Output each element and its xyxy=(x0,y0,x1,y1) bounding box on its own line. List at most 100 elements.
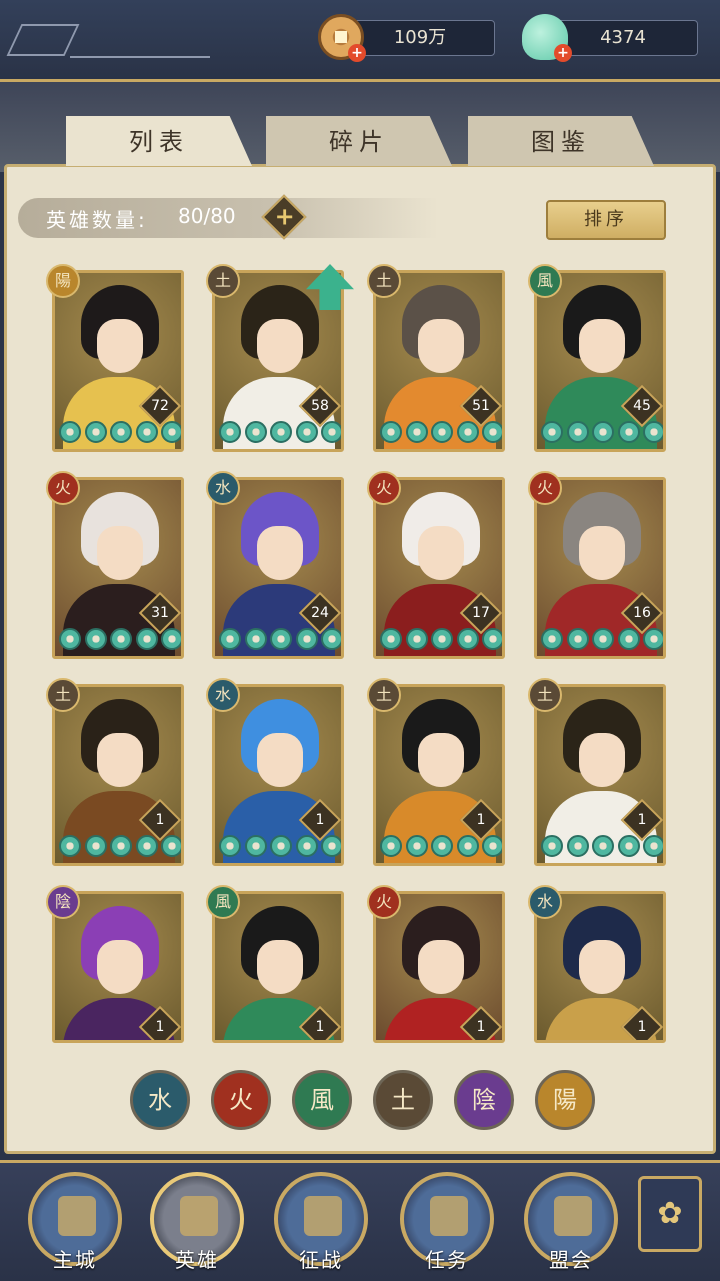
hero-face xyxy=(418,526,464,580)
star-icon xyxy=(135,835,158,857)
star-icon xyxy=(110,421,132,443)
hero-face xyxy=(257,940,303,994)
nav-label: 盟会 xyxy=(549,1248,593,1272)
star-icon xyxy=(617,628,640,650)
star-icon xyxy=(617,421,640,443)
hero-face xyxy=(418,940,464,994)
hero-card[interactable]: 1 xyxy=(52,684,184,866)
element-filter-button[interactable]: 陽 xyxy=(535,1070,595,1130)
element-filter-button[interactable]: 水 xyxy=(130,1070,190,1130)
star-icon xyxy=(566,835,589,857)
hero-star-row xyxy=(541,421,663,447)
star-icon xyxy=(84,421,107,443)
add-coins-button[interactable]: + xyxy=(348,44,366,62)
star-icon xyxy=(431,421,453,443)
star-icon xyxy=(456,421,479,443)
star-icon xyxy=(219,628,241,650)
tab-fragments[interactable]: 碎片 xyxy=(266,116,452,166)
element-badge-icon: 風 xyxy=(206,885,240,919)
tab-list[interactable]: 列表 xyxy=(66,116,252,166)
hero-level: 31 xyxy=(151,605,169,621)
sort-button[interactable]: 排序 xyxy=(546,200,666,240)
star-icon xyxy=(135,628,158,650)
star-icon xyxy=(321,835,341,857)
element-badge-icon: 水 xyxy=(528,885,562,919)
coin-balance[interactable]: 109万 xyxy=(345,20,495,56)
hero-card[interactable]: 45 xyxy=(534,270,666,452)
hero-face xyxy=(97,319,143,373)
hero-card[interactable]: 1 xyxy=(373,684,505,866)
star-icon xyxy=(84,628,107,650)
hero-card[interactable]: 16 xyxy=(534,477,666,659)
star-icon xyxy=(592,835,614,857)
element-badge-icon: 火 xyxy=(367,471,401,505)
star-icon xyxy=(566,421,589,443)
star-icon xyxy=(405,835,428,857)
star-icon xyxy=(161,835,181,857)
city-gate-icon xyxy=(58,1196,96,1236)
star-icon xyxy=(592,421,614,443)
hero-face xyxy=(257,733,303,787)
element-filter-button[interactable]: 火 xyxy=(211,1070,271,1130)
hero-star-row xyxy=(219,421,341,447)
star-icon xyxy=(270,628,292,650)
nav-label: 主城 xyxy=(53,1248,97,1272)
hero-portrait-icon xyxy=(180,1196,218,1236)
hero-level: 1 xyxy=(476,812,486,828)
campaign-drum-icon xyxy=(304,1196,342,1236)
hero-star-row xyxy=(541,835,663,861)
star-icon xyxy=(110,835,132,857)
hero-star-row xyxy=(59,421,181,447)
hero-card[interactable]: 51 xyxy=(373,270,505,452)
hero-star-row xyxy=(380,628,502,654)
star-icon xyxy=(380,421,402,443)
hero-star-row xyxy=(59,628,181,654)
element-filter-button[interactable]: 陰 xyxy=(454,1070,514,1130)
hero-face xyxy=(97,733,143,787)
hero-level: 51 xyxy=(472,398,490,414)
star-icon xyxy=(456,835,479,857)
hero-level: 45 xyxy=(633,398,651,414)
hero-star-row xyxy=(541,628,663,654)
flower-menu-icon[interactable]: ✿ xyxy=(638,1176,702,1252)
star-icon xyxy=(219,421,241,443)
element-badge-icon: 火 xyxy=(46,471,80,505)
element-badge-icon: 陰 xyxy=(46,885,80,919)
star-icon xyxy=(541,628,563,650)
star-icon xyxy=(405,421,428,443)
task-scroll-icon xyxy=(430,1196,468,1236)
hero-level: 1 xyxy=(476,1019,486,1035)
shell-balance-value: 4374 xyxy=(600,27,646,48)
star-icon xyxy=(110,628,132,650)
star-icon xyxy=(380,628,402,650)
hero-card[interactable]: 31 xyxy=(52,477,184,659)
hero-card[interactable]: 72 xyxy=(52,270,184,452)
star-icon xyxy=(219,835,241,857)
element-badge-icon: 陽 xyxy=(46,264,80,298)
hero-level: 24 xyxy=(311,605,329,621)
hero-face xyxy=(418,733,464,787)
hero-face xyxy=(579,319,625,373)
hero-card[interactable]: 1 xyxy=(534,684,666,866)
add-shells-button[interactable]: + xyxy=(554,44,572,62)
star-icon xyxy=(321,628,341,650)
hero-card[interactable]: 1 xyxy=(212,684,344,866)
nav-label: 英雄 xyxy=(175,1248,219,1272)
star-icon xyxy=(482,628,502,650)
hero-card[interactable]: 17 xyxy=(373,477,505,659)
hero-card[interactable]: 24 xyxy=(212,477,344,659)
hero-count-value: 80/80 xyxy=(178,204,236,228)
element-filter-button[interactable]: 土 xyxy=(373,1070,433,1130)
hero-level: 1 xyxy=(637,1019,647,1035)
element-badge-icon: 火 xyxy=(528,471,562,505)
star-icon xyxy=(161,421,181,443)
element-filter-button[interactable]: 風 xyxy=(292,1070,352,1130)
hero-star-row xyxy=(219,835,341,861)
hero-level: 1 xyxy=(155,812,165,828)
star-icon xyxy=(321,421,341,443)
hero-level: 1 xyxy=(315,1019,325,1035)
star-icon xyxy=(59,835,81,857)
tab-codex[interactable]: 图鉴 xyxy=(468,116,654,166)
star-icon xyxy=(566,628,589,650)
plus-icon: + xyxy=(274,202,295,231)
